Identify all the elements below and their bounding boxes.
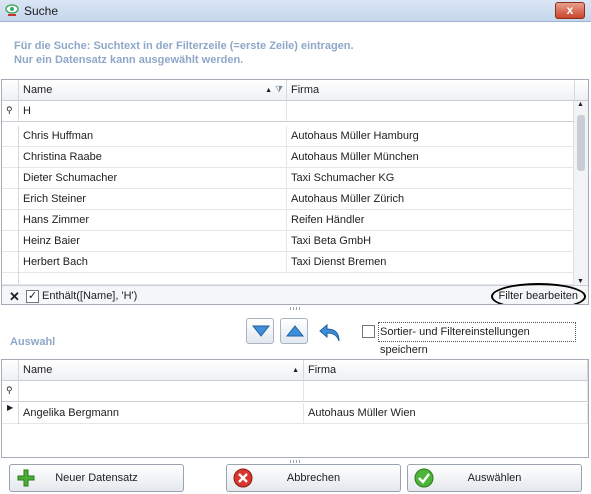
move-down-button[interactable] bbox=[246, 318, 274, 344]
cell-firma[interactable]: Taxi Dienst Bremen bbox=[287, 252, 574, 273]
scroll-thumb[interactable] bbox=[577, 115, 585, 171]
table-row[interactable]: Heinz Baier Taxi Beta GmbH bbox=[2, 231, 574, 252]
row-indicator: ▶ bbox=[2, 403, 19, 424]
cell-firma[interactable]: Reifen Händler bbox=[287, 210, 574, 231]
header-indicator bbox=[2, 360, 19, 381]
row-indicator bbox=[2, 231, 19, 252]
cell-name[interactable]: Hans Zimmer bbox=[19, 210, 287, 231]
row-indicator bbox=[2, 273, 19, 284]
row-indicator bbox=[2, 126, 19, 147]
splitter-grip[interactable] bbox=[290, 307, 302, 310]
pin-icon: ⚲ bbox=[6, 385, 13, 395]
cell-name[interactable]: Herbert Bach bbox=[19, 252, 287, 273]
column-firma-label: Firma bbox=[291, 84, 320, 96]
pin-icon: ⚲ bbox=[6, 105, 13, 115]
table-row[interactable]: Chris Huffman Autohaus Müller Hamburg bbox=[2, 126, 574, 147]
filter-expression[interactable]: Enthält([Name], 'H') bbox=[42, 290, 137, 302]
cell-name[interactable]: Chris Huffman bbox=[19, 126, 287, 147]
cell-name[interactable]: Erich Steiner bbox=[19, 189, 287, 210]
table-row[interactable]: Erich Steiner Autohaus Müller Zürich bbox=[2, 189, 574, 210]
cancel-label: Abbrechen bbox=[286, 472, 341, 484]
table-row[interactable]: Dieter Schumacher Taxi Schumacher KG bbox=[2, 168, 574, 189]
auswahl-label: Auswahl bbox=[10, 336, 56, 348]
cell-firma[interactable]: Autohaus Müller Zürich bbox=[287, 189, 574, 210]
cancel-icon bbox=[233, 468, 253, 488]
cell-firma[interactable]: Autohaus Müller Wien bbox=[304, 403, 588, 424]
table-row[interactable]: Hans Zimmer Reifen Händler bbox=[2, 210, 574, 231]
save-settings-label[interactable]: Sortier- und Filtereinstellungen speiche… bbox=[378, 322, 576, 356]
filter-edit-link[interactable]: Filter bearbeiten bbox=[490, 283, 586, 304]
grid-header: Name ▲ ⧩ Firma bbox=[2, 80, 588, 101]
filter-firma-cell[interactable] bbox=[304, 381, 588, 402]
select-button[interactable]: Auswählen bbox=[407, 464, 582, 492]
filter-enabled-checkbox[interactable]: ✓ bbox=[26, 290, 39, 303]
cell-firma[interactable]: Autohaus Müller München bbox=[287, 147, 574, 168]
hint-line-1: Für die Suche: Suchtext in der Filterzei… bbox=[14, 40, 354, 52]
vertical-scrollbar[interactable]: ▲ ▼ bbox=[573, 101, 588, 285]
filter-row-indicator: ⚲ bbox=[2, 381, 19, 402]
sort-asc-icon: ▲ bbox=[265, 87, 272, 94]
new-record-button[interactable]: Neuer Datensatz bbox=[9, 464, 184, 492]
column-name-label: Name bbox=[23, 364, 53, 376]
cell-name[interactable]: Heinz Baier bbox=[19, 231, 287, 252]
column-header-firma[interactable]: Firma bbox=[287, 80, 575, 101]
column-header-name[interactable]: Name ▲ ⧩ bbox=[19, 80, 287, 101]
cell-firma[interactable]: Taxi Beta GmbH bbox=[287, 231, 574, 252]
undo-icon bbox=[319, 323, 340, 342]
splitter-grip-bottom[interactable] bbox=[290, 460, 302, 463]
filter-row: ⚲ H bbox=[2, 101, 574, 122]
row-indicator bbox=[2, 210, 19, 231]
filter-firma-cell[interactable] bbox=[287, 101, 574, 122]
row-indicator bbox=[2, 252, 19, 273]
column-header-firma[interactable]: Firma bbox=[304, 360, 588, 381]
table-row[interactable]: Christina Raabe Autohaus Müller München bbox=[2, 147, 574, 168]
cell-firma[interactable]: Autohaus Müller Hamburg bbox=[287, 126, 574, 147]
new-record-label: Neuer Datensatz bbox=[55, 472, 138, 484]
cell-firma[interactable]: Taxi Schumacher KG bbox=[287, 168, 574, 189]
search-grid: Name ▲ ⧩ Firma ⚲ H Chris Huffman Autohaus… bbox=[1, 79, 589, 305]
select-label: Auswählen bbox=[467, 472, 522, 484]
save-settings-checkbox[interactable] bbox=[362, 325, 375, 338]
arrow-down-icon bbox=[252, 325, 270, 337]
filter-row-indicator: ⚲ bbox=[2, 101, 19, 122]
window-title: Suche bbox=[24, 4, 59, 18]
checkmark-icon bbox=[414, 468, 434, 488]
selection-grid-header: Name ▲ Firma bbox=[2, 360, 588, 381]
clear-filter-icon[interactable]: ✕ bbox=[9, 289, 20, 304]
scroll-up-icon[interactable]: ▲ bbox=[577, 101, 584, 108]
cell-name[interactable]: Christina Raabe bbox=[19, 147, 287, 168]
hint-line-2: Nur ein Datensatz kann ausgewählt werden… bbox=[14, 54, 244, 66]
move-up-button[interactable] bbox=[280, 318, 308, 344]
filter-name-cell[interactable]: H bbox=[19, 101, 287, 122]
plus-icon bbox=[17, 469, 35, 487]
cancel-button[interactable]: Abbrechen bbox=[226, 464, 401, 492]
row-indicator bbox=[2, 147, 19, 168]
filter-name-cell[interactable] bbox=[19, 381, 304, 402]
table-row[interactable]: ▶ Angelika Bergmann Autohaus Müller Wien bbox=[2, 403, 588, 424]
search-hint: Für die Suche: Suchtext in der Filterzei… bbox=[14, 39, 354, 67]
search-app-icon bbox=[5, 4, 19, 16]
current-row-icon: ▶ bbox=[7, 403, 14, 412]
close-button[interactable]: x bbox=[555, 2, 585, 19]
arrow-up-icon bbox=[286, 325, 304, 337]
filter-panel: ✕ ✓ Enthält([Name], 'H') Filter bearbeit… bbox=[2, 283, 588, 304]
filter-funnel-icon[interactable]: ⧩ bbox=[275, 80, 283, 100]
table-row[interactable]: Herbert Bach Taxi Dienst Bremen bbox=[2, 252, 574, 273]
sort-asc-icon: ▲ bbox=[292, 367, 299, 374]
row-indicator bbox=[2, 168, 19, 189]
selection-grid: Name ▲ Firma ⚲ ▶ Angelika Bergmann Autoh… bbox=[1, 359, 589, 458]
undo-button[interactable] bbox=[314, 318, 342, 344]
filter-row: ⚲ bbox=[2, 381, 588, 402]
row-indicator bbox=[2, 189, 19, 210]
column-header-name[interactable]: Name ▲ bbox=[19, 360, 304, 381]
cell-name[interactable]: Angelika Bergmann bbox=[19, 403, 304, 424]
title-bar: Suche x bbox=[0, 0, 591, 22]
cell-name[interactable]: Dieter Schumacher bbox=[19, 168, 287, 189]
scroll-down-icon[interactable]: ▼ bbox=[577, 278, 584, 285]
table-row-partial[interactable] bbox=[2, 273, 574, 285]
column-firma-label: Firma bbox=[308, 364, 337, 376]
header-indicator bbox=[2, 80, 19, 101]
column-name-label: Name bbox=[23, 84, 53, 96]
